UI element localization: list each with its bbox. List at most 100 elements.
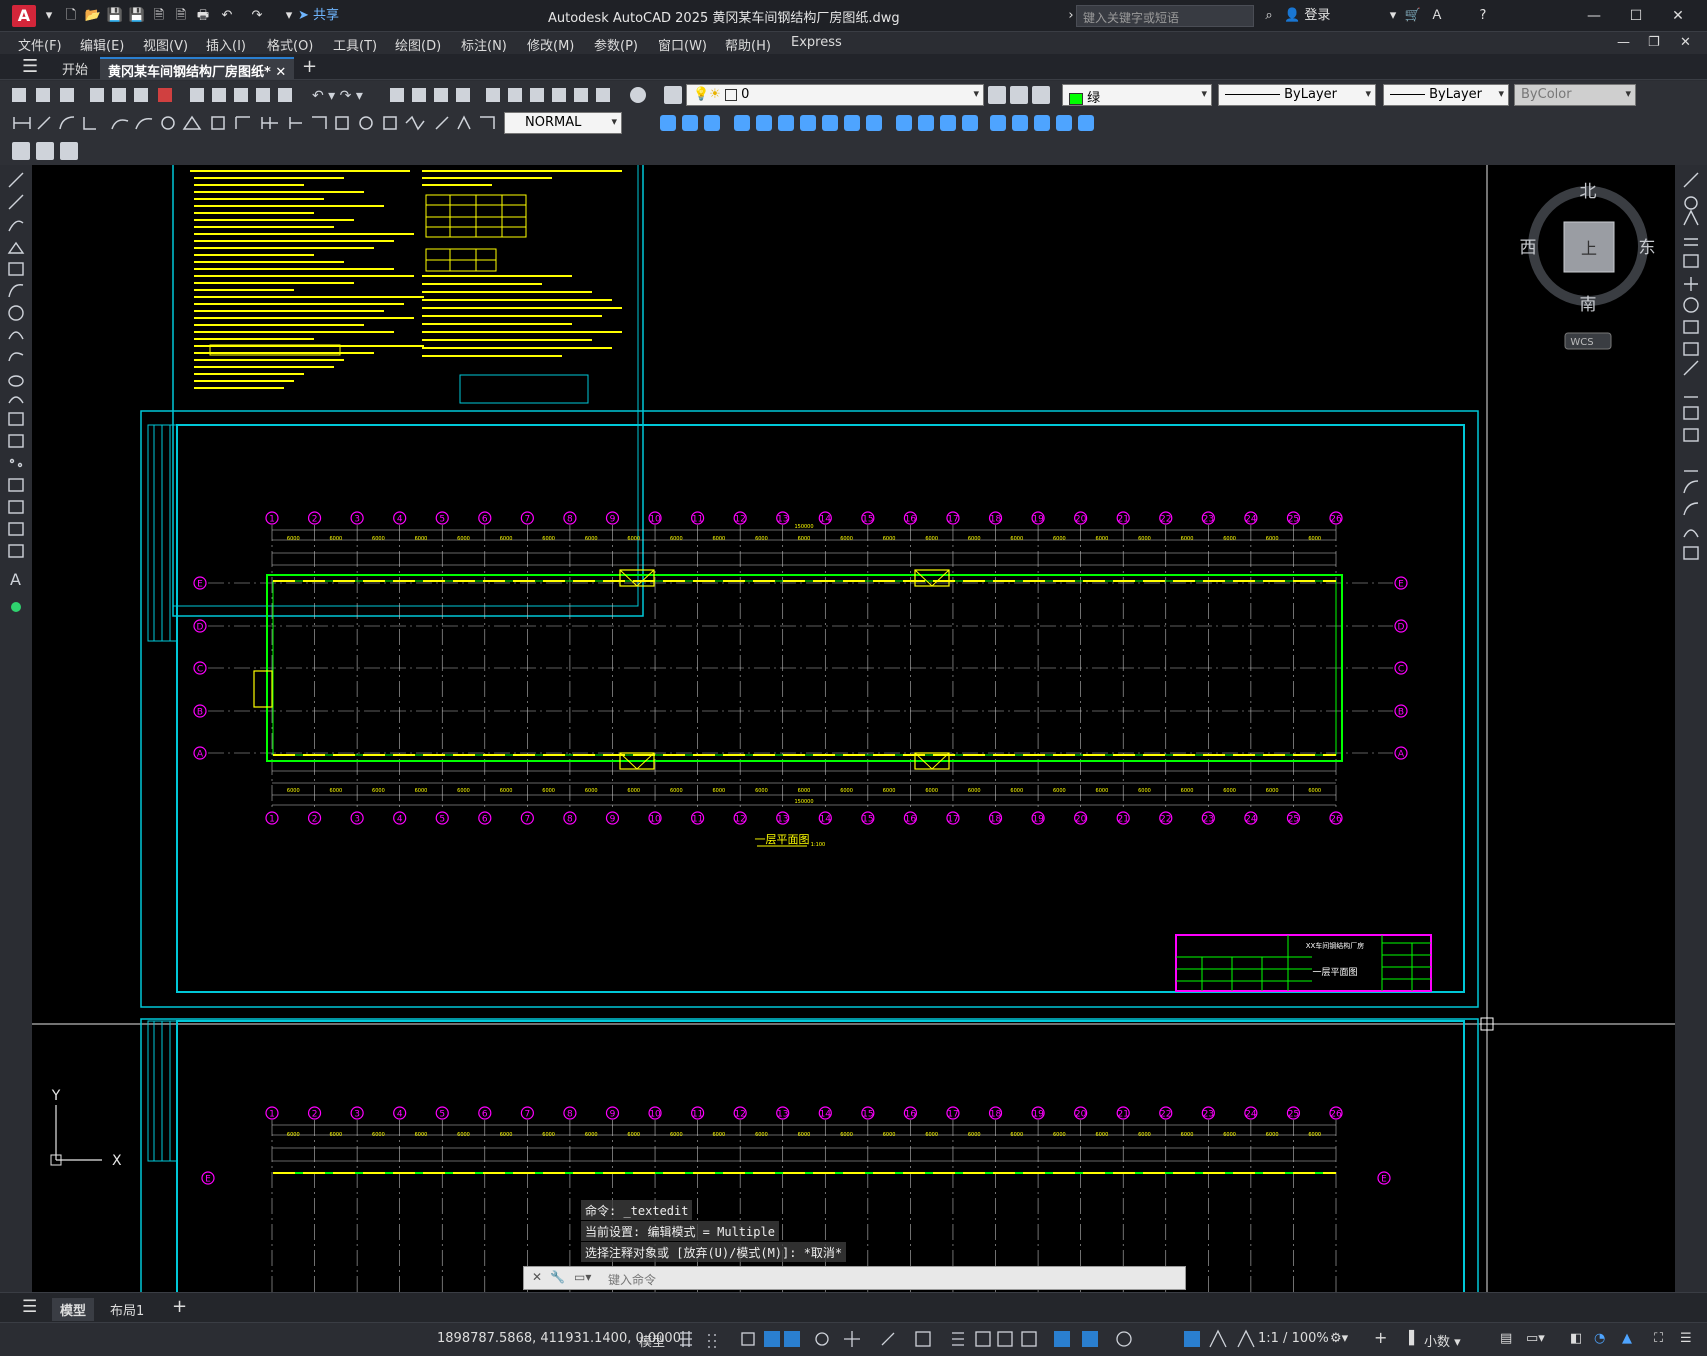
redo-icon[interactable]: ↷ bbox=[248, 7, 266, 25]
cmd-recent-icon[interactable]: ▭▾ bbox=[574, 1270, 591, 1284]
menu-file[interactable]: 文件(F) bbox=[18, 35, 62, 54]
menu-tools[interactable]: 工具(T) bbox=[333, 35, 377, 54]
plot-icon[interactable]: 🖶 bbox=[194, 7, 212, 25]
text-style-icon[interactable] bbox=[60, 142, 78, 160]
lineweight-icon[interactable]: ▐ bbox=[1404, 1331, 1414, 1346]
menu-window[interactable]: 窗口(W) bbox=[658, 35, 707, 54]
save-web-icon[interactable]: 🗎 bbox=[172, 7, 190, 25]
menu-insert[interactable]: 插入(I) bbox=[206, 35, 246, 54]
command-input[interactable]: 键入命令 bbox=[608, 1271, 656, 1288]
layer-dropdown[interactable]: 💡☀ 0 ▾ bbox=[686, 84, 984, 106]
status-toggle-icons[interactable] bbox=[672, 1323, 1322, 1356]
minimize-icon[interactable]: — bbox=[1580, 5, 1608, 27]
tab-start[interactable]: 开始 bbox=[54, 57, 96, 79]
notes-sheet bbox=[172, 165, 644, 617]
linetype-dropdown[interactable]: ByLayer ▾ bbox=[1218, 84, 1376, 106]
open-file-icon[interactable]: 📂 bbox=[84, 7, 102, 25]
open-web-icon[interactable]: 🗎 bbox=[150, 7, 168, 25]
cmd-customize-icon[interactable]: 🔧 bbox=[550, 1270, 565, 1284]
annotation-monitor-plus-icon[interactable]: + bbox=[1374, 1328, 1387, 1347]
annotation-visibility-icon[interactable]: ▲ bbox=[1622, 1331, 1632, 1346]
dimension-toolbar-icons[interactable] bbox=[0, 109, 500, 137]
autodesk-app-icon[interactable]: Ａ bbox=[1428, 7, 1446, 25]
doc-close-icon[interactable]: ✕ bbox=[1680, 35, 1691, 50]
bay-dimension: 6000 bbox=[968, 788, 981, 794]
customize-chevron-icon[interactable]: ▾ bbox=[280, 7, 298, 25]
help-icon[interactable]: ? bbox=[1474, 7, 1492, 25]
color-dropdown[interactable]: 绿 ▾ bbox=[1062, 84, 1212, 106]
layer-state-icon[interactable] bbox=[1010, 86, 1028, 104]
grid-bubble-label: 9 bbox=[610, 815, 616, 825]
menu-parametric[interactable]: 参数(P) bbox=[594, 35, 638, 54]
grid-bubble-label: 16 bbox=[905, 815, 917, 825]
menu-draw[interactable]: 绘图(D) bbox=[395, 35, 441, 54]
new-tab-plus-icon[interactable]: + bbox=[294, 54, 325, 77]
isolate-objects-icon[interactable]: ◧ bbox=[1570, 1331, 1582, 1346]
app-menu-chevron-icon[interactable]: ▾ bbox=[40, 7, 58, 25]
save-as-icon[interactable]: 💾 bbox=[128, 7, 146, 25]
menu-format[interactable]: 格式(O) bbox=[267, 35, 313, 54]
tab-model[interactable]: 模型 bbox=[52, 1298, 95, 1321]
grid-bubble-label: 25 bbox=[1288, 815, 1299, 825]
annotation-scale[interactable]: 1:1 / 100% bbox=[1258, 1331, 1329, 1346]
dimstyle-dropdown[interactable]: NORMAL ▾ bbox=[504, 112, 622, 134]
text-icon[interactable] bbox=[36, 142, 54, 160]
layer-color-swatch bbox=[724, 88, 737, 101]
new-file-icon[interactable]: 🗋 bbox=[62, 7, 80, 25]
undo-icon[interactable]: ↶ bbox=[218, 7, 236, 25]
workspace-gear-icon[interactable]: ⚙▾ bbox=[1330, 1331, 1348, 1346]
search-input[interactable]: 键入关键字或短语 bbox=[1076, 5, 1254, 27]
plotstyle-dropdown[interactable]: ByColor ▾ bbox=[1514, 84, 1636, 106]
autocad-logo-icon[interactable]: A bbox=[12, 5, 36, 27]
bay-dimension: 6000 bbox=[287, 1132, 300, 1138]
tab-drawing[interactable]: 黄冈某车间钢结构厂房图纸* ✕ bbox=[100, 57, 295, 80]
grid-bubble-label: 18 bbox=[990, 1110, 1002, 1120]
modify-toolbar-icons[interactable] bbox=[650, 109, 1120, 137]
menu-help[interactable]: 帮助(H) bbox=[725, 35, 771, 54]
drawing-canvas[interactable]: 1 1 2 2 3 3 4 4 5 5 6 6 7 7 8 8 9 9 10 10 11 11 12 12 13 13 14 14 15… bbox=[32, 165, 1675, 1292]
doc-minimize-icon[interactable]: — bbox=[1617, 35, 1630, 50]
cart-icon[interactable]: 🛒 bbox=[1404, 7, 1422, 25]
graphics-performance-icon[interactable]: ▭▾ bbox=[1526, 1331, 1545, 1346]
menu-edit[interactable]: 编辑(E) bbox=[80, 35, 124, 54]
share-button[interactable]: ➤ 共享 bbox=[298, 7, 358, 25]
layer-previous-icon[interactable] bbox=[988, 86, 1006, 104]
hamburger-menu-icon[interactable]: ☰ bbox=[14, 54, 46, 77]
doc-restore-icon[interactable]: ❐ bbox=[1648, 35, 1660, 50]
standard-toolbar-icons[interactable]: ↶ ▾ ↷ ▾ bbox=[0, 81, 680, 109]
customization-menu-icon[interactable]: ☰ bbox=[1680, 1331, 1692, 1346]
draw-palette: A bbox=[0, 165, 32, 1292]
match-layer-icon[interactable] bbox=[1032, 86, 1050, 104]
drawing-svg[interactable]: 1122334455667788991010111112121313141415… bbox=[32, 165, 1675, 1292]
tab-close-icon[interactable]: ✕ bbox=[275, 65, 286, 80]
text-edit-icon[interactable] bbox=[12, 142, 30, 160]
grid-bubble-label: 7 bbox=[524, 815, 530, 825]
model-space-button[interactable]: 模型 bbox=[639, 1331, 665, 1350]
maximize-icon[interactable]: ☐ bbox=[1622, 5, 1650, 27]
menu-view[interactable]: 视图(V) bbox=[143, 35, 188, 54]
add-layout-plus-icon[interactable]: + bbox=[164, 1294, 195, 1319]
login-button[interactable]: 👤 登录 bbox=[1284, 7, 1354, 25]
modify-tools[interactable] bbox=[1675, 165, 1707, 585]
lineweight-dropdown[interactable]: ByLayer ▾ bbox=[1383, 84, 1509, 106]
draw-tools[interactable]: A bbox=[0, 165, 32, 625]
login-chevron-icon[interactable]: ▾ bbox=[1384, 7, 1402, 25]
menu-dimension[interactable]: 标注(N) bbox=[461, 35, 507, 54]
layer-manager-icon[interactable] bbox=[664, 86, 682, 104]
search-icon[interactable]: ⌕ bbox=[1260, 7, 1278, 25]
tab-layout1[interactable]: 布局1 bbox=[102, 1298, 152, 1321]
menu-modify[interactable]: 修改(M) bbox=[527, 35, 574, 54]
grid-bubble-label: 7 bbox=[524, 515, 530, 525]
units-selector[interactable]: 小数 ▾ bbox=[1424, 1331, 1461, 1350]
cmd-close-icon[interactable]: ✕ bbox=[532, 1270, 542, 1284]
clean-screen-icon[interactable]: ⛶ bbox=[1654, 1331, 1663, 1346]
hardware-acceleration-icon[interactable]: ◔ bbox=[1594, 1331, 1605, 1346]
close-icon[interactable]: ✕ bbox=[1664, 5, 1692, 27]
save-icon[interactable]: 💾 bbox=[106, 7, 124, 25]
layout-menu-icon[interactable]: ☰ bbox=[14, 1295, 45, 1319]
bay-dimension: 6000 bbox=[1181, 536, 1194, 542]
command-input-bar[interactable]: ✕ 🔧 ▭▾ 键入命令 bbox=[523, 1266, 1186, 1290]
menu-express[interactable]: Express bbox=[791, 35, 842, 50]
viewcube[interactable]: 上 北 南 西 东 WCS bbox=[1508, 180, 1668, 360]
quick-properties-icon[interactable]: ▤ bbox=[1500, 1331, 1512, 1346]
